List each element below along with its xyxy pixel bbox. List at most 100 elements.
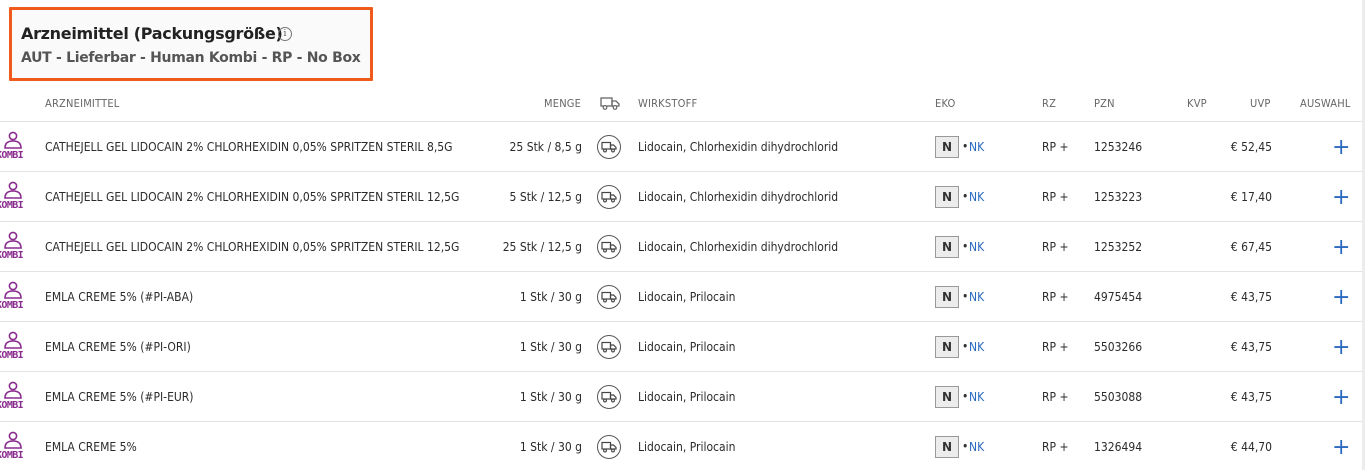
eko-separator: • xyxy=(962,188,969,203)
eko-badge: N xyxy=(935,335,959,358)
eko-separator: • xyxy=(962,438,969,453)
rz-value: RP + xyxy=(1042,439,1069,454)
pzn-value: 5503088 xyxy=(1094,389,1143,404)
uvp-price: € 43,75 xyxy=(1230,289,1272,304)
package-size: 1 Stk / 30 g xyxy=(519,289,582,304)
kombi-label: KOMBI xyxy=(0,200,24,211)
eko-badge: N xyxy=(935,285,959,308)
rz-value: RP + xyxy=(1042,239,1069,254)
product-name[interactable]: EMLA CREME 5% (#PI-ORI) xyxy=(45,340,191,354)
add-to-selection-button[interactable]: + xyxy=(1332,186,1350,209)
rz-value: RP + xyxy=(1042,289,1069,304)
active-ingredient: Lidocain, Chlorhexidin dihydrochlorid xyxy=(638,239,839,254)
eko-badge: N xyxy=(935,185,959,208)
delivery-truck-icon[interactable] xyxy=(597,434,621,459)
kombi-label: KOMBI xyxy=(0,150,24,161)
table-row[interactable]: KOMBI CATHEJELL GEL LIDOCAIN 2% CHLORHEX… xyxy=(0,122,1362,172)
truck-icon xyxy=(600,96,620,113)
kombi-label: KOMBI xyxy=(0,300,24,311)
kombi-person-icon: KOMBI xyxy=(0,330,30,364)
uvp-price: € 43,75 xyxy=(1230,389,1272,404)
active-ingredient: Lidocain, Prilocain xyxy=(638,389,736,404)
add-to-selection-button[interactable]: + xyxy=(1332,236,1350,259)
product-name[interactable]: CATHEJELL GEL LIDOCAIN 2% CHLORHEXIDIN 0… xyxy=(45,190,459,204)
eko-separator: • xyxy=(962,288,969,303)
delivery-truck-icon[interactable] xyxy=(597,184,621,209)
eko-code-link[interactable]: NK xyxy=(969,290,984,304)
uvp-price: € 67,45 xyxy=(1230,239,1272,254)
table-row[interactable]: KOMBI EMLA CREME 5% 1 Stk / 30 g Lidocai… xyxy=(0,422,1362,470)
delivery-truck-icon[interactable] xyxy=(597,234,621,259)
rz-value: RP + xyxy=(1042,389,1069,404)
column-header-eko[interactable]: EKO xyxy=(935,97,956,110)
product-name[interactable]: EMLA CREME 5% (#PI-ABA) xyxy=(45,290,193,304)
eko-code-link[interactable]: NK xyxy=(969,140,984,154)
add-to-selection-button[interactable]: + xyxy=(1332,286,1350,309)
table-row[interactable]: KOMBI EMLA CREME 5% (#PI-ORI) 1 Stk / 30… xyxy=(0,322,1362,372)
group-title: Arzneimittel (Packungsgröße) xyxy=(21,24,283,43)
kombi-person-icon: KOMBI xyxy=(0,230,30,264)
package-size: 25 Stk / 8,5 g xyxy=(509,139,582,154)
active-ingredient: Lidocain, Prilocain xyxy=(638,339,736,354)
eko-code-link[interactable]: NK xyxy=(969,240,984,254)
group-header: Arzneimittel (Packungsgröße) i AUT - Lie… xyxy=(9,7,373,81)
delivery-truck-icon[interactable] xyxy=(597,284,621,309)
package-size: 5 Stk / 12,5 g xyxy=(509,189,582,204)
table-row[interactable]: KOMBI EMLA CREME 5% (#PI-ABA) 1 Stk / 30… xyxy=(0,272,1362,322)
kombi-person-icon: KOMBI xyxy=(0,180,30,214)
column-header-wirkstoff[interactable]: WIRKSTOFF xyxy=(638,97,697,110)
kombi-person-icon: KOMBI xyxy=(0,430,30,464)
info-icon[interactable]: i xyxy=(278,27,292,41)
table-row[interactable]: KOMBI CATHEJELL GEL LIDOCAIN 2% CHLORHEX… xyxy=(0,222,1362,272)
uvp-price: € 43,75 xyxy=(1230,339,1272,354)
product-name[interactable]: CATHEJELL GEL LIDOCAIN 2% CHLORHEXIDIN 0… xyxy=(45,240,459,254)
kombi-person-icon: KOMBI xyxy=(0,380,30,414)
pzn-value: 1326494 xyxy=(1094,439,1143,454)
column-header-kvp[interactable]: KVP xyxy=(1187,97,1207,110)
add-to-selection-button[interactable]: + xyxy=(1332,336,1350,359)
column-header-rz[interactable]: RZ xyxy=(1042,97,1056,110)
rz-value: RP + xyxy=(1042,339,1069,354)
rz-value: RP + xyxy=(1042,189,1069,204)
kombi-label: KOMBI xyxy=(0,450,24,461)
pzn-value: 5503266 xyxy=(1094,339,1143,354)
active-ingredient: Lidocain, Prilocain xyxy=(638,289,736,304)
delivery-truck-icon[interactable] xyxy=(597,384,621,409)
kombi-label: KOMBI xyxy=(0,400,24,411)
column-header-name[interactable]: ARZNEIMITTEL xyxy=(45,97,120,110)
column-header-menge[interactable]: MENGE xyxy=(544,97,581,110)
table-row[interactable]: KOMBI CATHEJELL GEL LIDOCAIN 2% CHLORHEX… xyxy=(0,172,1362,222)
add-to-selection-button[interactable]: + xyxy=(1332,436,1350,459)
package-size: 25 Stk / 12,5 g xyxy=(502,239,582,254)
pzn-value: 1253223 xyxy=(1094,189,1143,204)
eko-badge: N xyxy=(935,235,959,258)
pzn-value: 4975454 xyxy=(1094,289,1143,304)
kombi-label: KOMBI xyxy=(0,350,24,361)
package-size: 1 Stk / 30 g xyxy=(519,389,582,404)
active-ingredient: Lidocain, Chlorhexidin dihydrochlorid xyxy=(638,189,839,204)
eko-code-link[interactable]: NK xyxy=(969,390,984,404)
column-header-pzn[interactable]: PZN xyxy=(1094,97,1115,110)
eko-code-link[interactable]: NK xyxy=(969,190,984,204)
uvp-price: € 17,40 xyxy=(1230,189,1272,204)
add-to-selection-button[interactable]: + xyxy=(1332,386,1350,409)
delivery-truck-icon[interactable] xyxy=(597,334,621,359)
eko-separator: • xyxy=(962,338,969,353)
eko-separator: • xyxy=(962,388,969,403)
delivery-truck-icon[interactable] xyxy=(597,134,621,159)
product-list-page: Arzneimittel (Packungsgröße) i AUT - Lie… xyxy=(0,0,1362,470)
eko-code-link[interactable]: NK xyxy=(969,340,984,354)
product-name[interactable]: CATHEJELL GEL LIDOCAIN 2% CHLORHEXIDIN 0… xyxy=(45,140,453,154)
uvp-price: € 44,70 xyxy=(1230,439,1272,454)
uvp-price: € 52,45 xyxy=(1230,139,1272,154)
eko-separator: • xyxy=(962,138,969,153)
package-size: 1 Stk / 30 g xyxy=(519,439,582,454)
product-name[interactable]: EMLA CREME 5% (#PI-EUR) xyxy=(45,390,194,404)
rz-value: RP + xyxy=(1042,139,1069,154)
active-ingredient: Lidocain, Prilocain xyxy=(638,439,736,454)
product-name[interactable]: EMLA CREME 5% xyxy=(45,440,137,454)
add-to-selection-button[interactable]: + xyxy=(1332,136,1350,159)
column-header-uvp[interactable]: UVP xyxy=(1250,97,1271,110)
eko-code-link[interactable]: NK xyxy=(969,440,984,454)
table-row[interactable]: KOMBI EMLA CREME 5% (#PI-EUR) 1 Stk / 30… xyxy=(0,372,1362,422)
